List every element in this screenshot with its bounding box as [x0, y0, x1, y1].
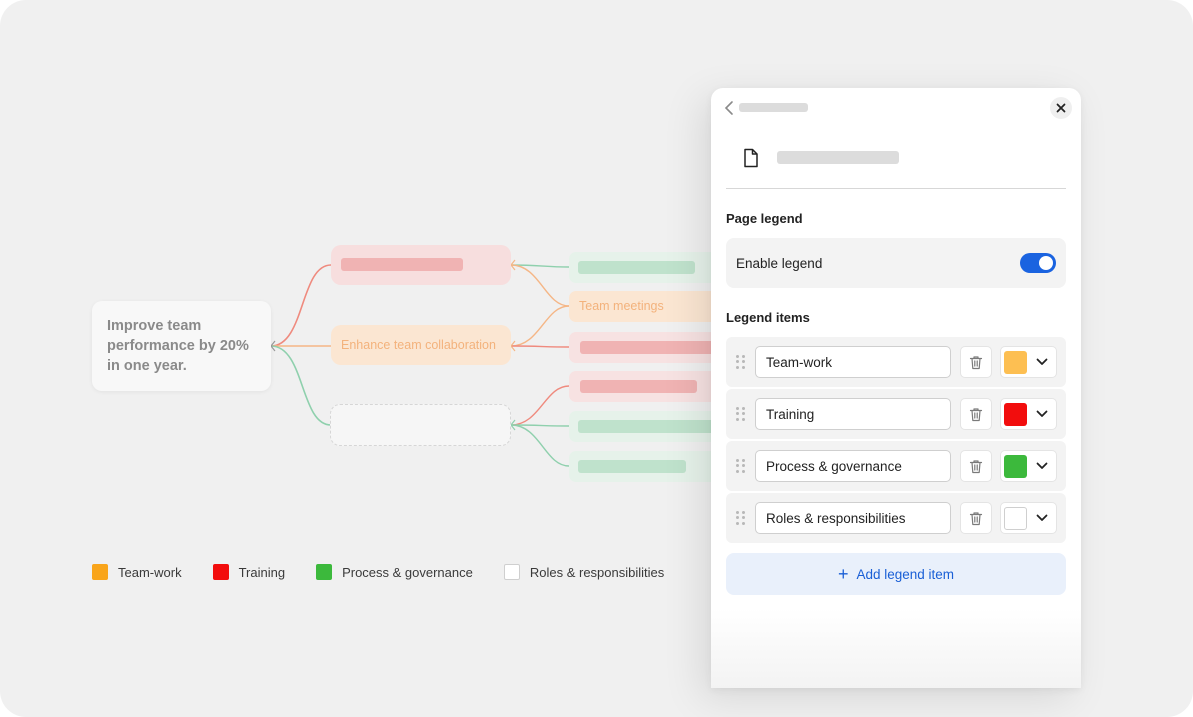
legend-swatch	[92, 564, 108, 580]
close-button[interactable]	[1050, 97, 1072, 119]
drag-handle-icon[interactable]	[736, 407, 746, 421]
placeholder-bar	[580, 380, 697, 393]
drag-handle-icon[interactable]	[736, 459, 746, 473]
mindmap-node-training[interactable]	[331, 245, 511, 285]
close-icon	[1056, 103, 1066, 113]
plus-icon: +	[837, 564, 849, 584]
chevron-down-icon	[1035, 407, 1049, 421]
placeholder-bar	[578, 460, 686, 473]
divider	[726, 188, 1066, 189]
mindmap-leaf[interactable]	[569, 252, 729, 283]
placeholder-bar	[578, 261, 695, 274]
color-swatch	[1004, 506, 1027, 530]
enable-legend-label: Enable legend	[736, 255, 823, 271]
enable-legend-toggle[interactable]	[1020, 253, 1056, 273]
page-title-placeholder	[777, 151, 899, 164]
placeholder-bar	[578, 420, 718, 433]
legend-entry-process-governance: Process & governance	[316, 564, 473, 580]
delete-item-button[interactable]	[960, 346, 992, 378]
page-legend-heading: Page legend	[726, 211, 803, 226]
back-button[interactable]	[721, 98, 737, 118]
page-legend: Team-work Training Process & governance …	[92, 564, 695, 580]
breadcrumb-placeholder	[739, 103, 808, 112]
legend-swatch	[316, 564, 333, 580]
legend-label: Roles & responsibilities	[529, 564, 665, 580]
add-legend-item-button[interactable]: + Add legend item	[726, 553, 1066, 595]
document-icon	[742, 148, 760, 173]
canvas-background: Improve team performance by 20% in one y…	[0, 0, 1193, 717]
mindmap-node-enhance-collaboration[interactable]: Enhance team collaboration	[331, 325, 511, 365]
legend-item-name-input[interactable]	[755, 450, 951, 482]
trash-icon	[969, 459, 983, 473]
toggle-knob	[1039, 256, 1053, 270]
mindmap-leaf[interactable]	[569, 451, 729, 482]
legend-item-name-input[interactable]	[755, 398, 951, 430]
chevron-left-icon	[724, 101, 733, 115]
legend-item-name-input[interactable]	[755, 502, 951, 534]
legend-item-row	[726, 493, 1066, 543]
enable-legend-row: Enable legend	[726, 238, 1066, 288]
legend-label: Team-work	[118, 564, 182, 580]
chevron-down-icon	[1035, 459, 1049, 473]
color-swatch	[1004, 350, 1027, 374]
color-picker-button[interactable]	[1000, 450, 1057, 482]
trash-icon	[969, 407, 983, 421]
add-legend-item-label: Add legend item	[856, 566, 955, 582]
legend-item-row	[726, 441, 1066, 491]
drag-handle-icon[interactable]	[736, 511, 746, 525]
legend-items-heading: Legend items	[726, 310, 810, 325]
color-picker-button[interactable]	[1000, 502, 1057, 534]
legend-settings-panel: Page legend Enable legend Legend items T…	[711, 88, 1081, 688]
mindmap-leaf[interactable]	[569, 332, 729, 363]
trash-icon	[969, 511, 983, 525]
legend-entry-roles-responsibilities: Roles & responsibilities	[503, 564, 665, 580]
placeholder-bar	[580, 341, 720, 354]
panel-fade	[711, 608, 1081, 688]
drag-handle-icon[interactable]	[736, 355, 746, 369]
chevron-down-icon	[1035, 511, 1049, 525]
mindmap-leaf[interactable]	[569, 411, 729, 442]
color-picker-button[interactable]	[1000, 398, 1057, 430]
delete-item-button[interactable]	[960, 398, 992, 430]
mindmap-root-node[interactable]: Improve team performance by 20% in one y…	[92, 301, 271, 391]
legend-swatch	[503, 564, 520, 580]
mindmap-leaf[interactable]	[569, 371, 729, 402]
mindmap-node-empty[interactable]	[330, 404, 511, 446]
trash-icon	[969, 355, 983, 369]
legend-item-name-input[interactable]	[755, 346, 951, 378]
delete-item-button[interactable]	[960, 450, 992, 482]
delete-item-button[interactable]	[960, 502, 992, 534]
legend-items-list	[726, 337, 1066, 545]
legend-entry-training: Training	[212, 564, 286, 580]
color-swatch	[1004, 454, 1027, 478]
chevron-down-icon	[1035, 355, 1049, 369]
mindmap-leaf-team-meetings[interactable]: Team meetings	[569, 291, 729, 322]
legend-entry-team-work: Team-work	[92, 564, 182, 580]
color-swatch	[1004, 402, 1027, 426]
color-picker-button[interactable]	[1000, 346, 1057, 378]
legend-swatch	[212, 564, 229, 580]
legend-item-row	[726, 389, 1066, 439]
legend-label: Process & governance	[342, 564, 473, 580]
legend-item-row	[726, 337, 1066, 387]
placeholder-bar	[341, 258, 463, 271]
legend-label: Training	[238, 564, 286, 580]
